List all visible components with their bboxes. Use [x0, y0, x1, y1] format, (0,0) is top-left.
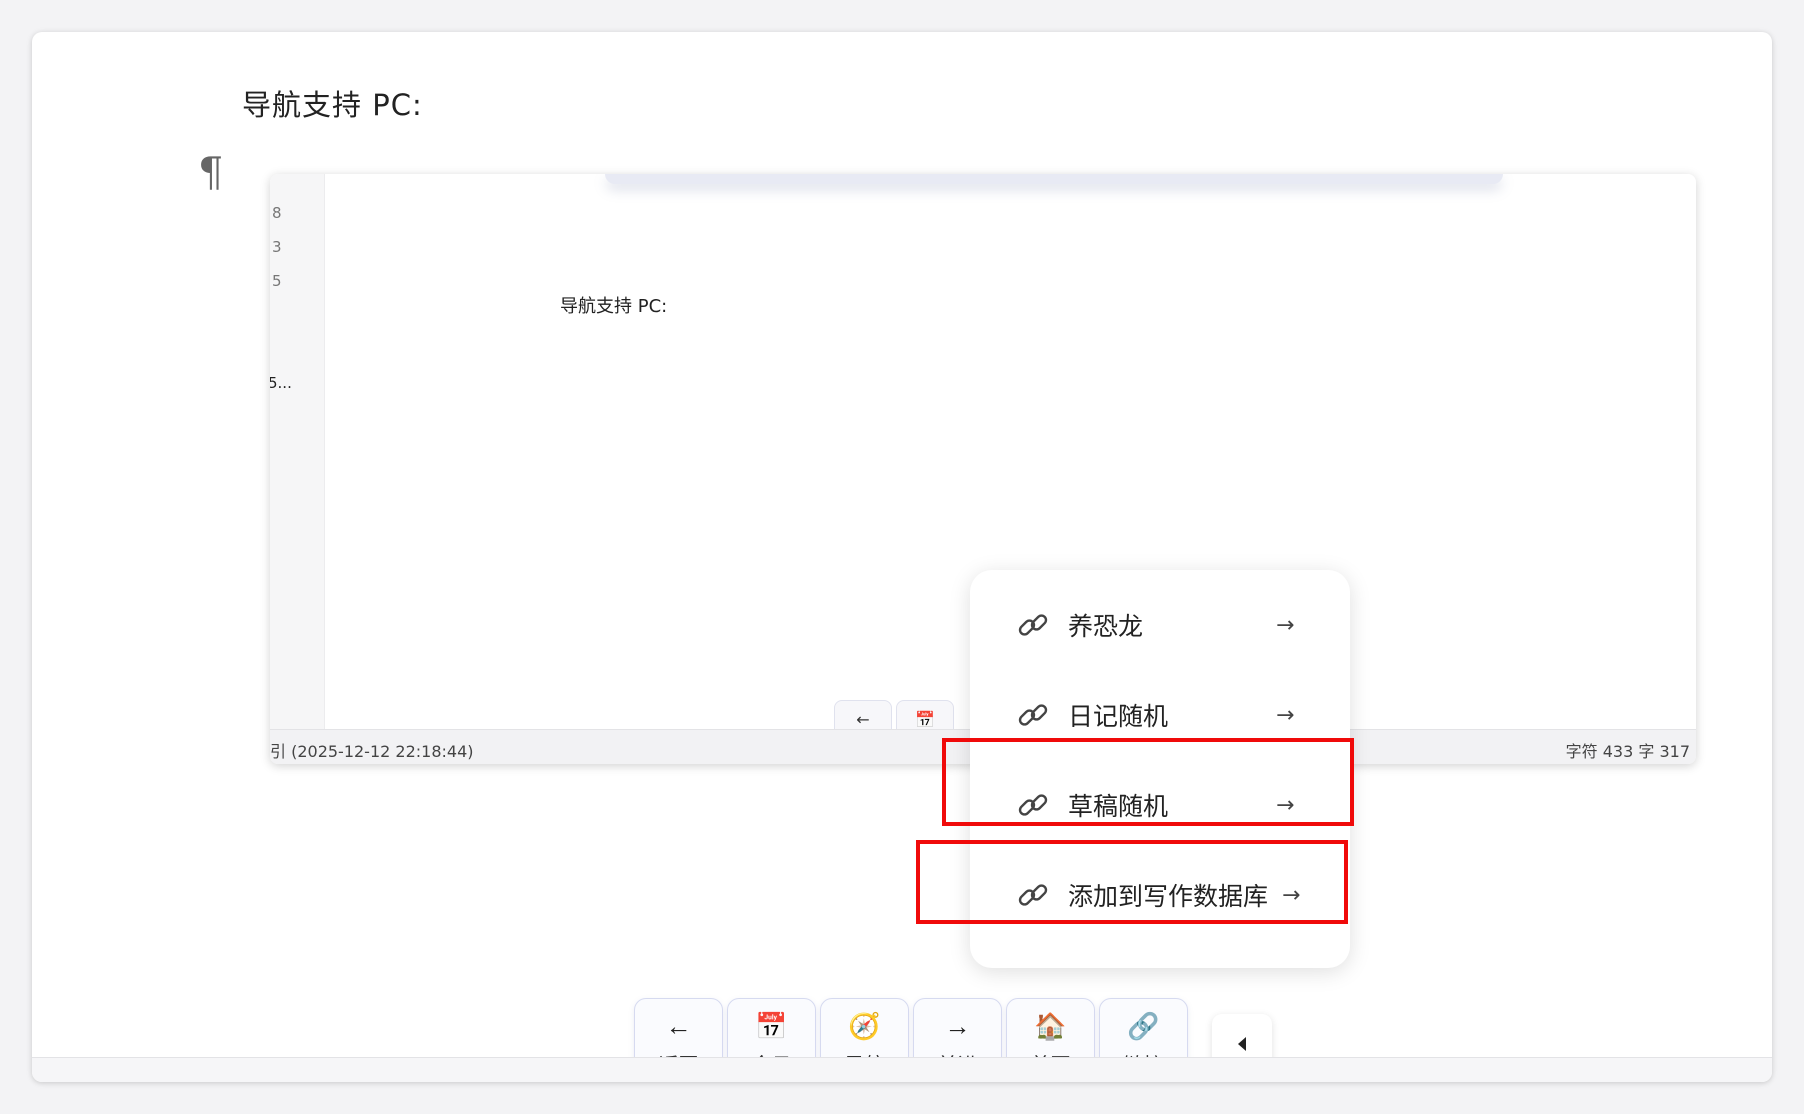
link-icon	[1018, 704, 1048, 726]
status-timestamp: 引 (2025-12-12 22:18:44)	[270, 742, 474, 761]
calendar-icon: 📅	[915, 710, 935, 729]
line-number: 5	[272, 272, 282, 290]
menu-item-label: 养恐龙	[1068, 612, 1144, 641]
arrow-right-icon: →	[1276, 612, 1295, 638]
line-number: 8	[272, 204, 282, 222]
page-heading: 导航支持 PC:	[242, 88, 423, 122]
arrow-left-icon: ←	[856, 710, 870, 729]
app-window: 导航支持 PC: ¶ 8 3 5 5... 导航支持 PC: ← 返回 📅 今日…	[32, 32, 1772, 1082]
link-icon: 🔗	[1127, 1011, 1160, 1041]
caret-left-icon	[1238, 1037, 1246, 1051]
highlight-box-random-draft	[942, 738, 1354, 826]
link-icon	[1018, 614, 1048, 636]
embedded-top-bar	[605, 174, 1503, 184]
status-counts: 字符 433 字 317	[1565, 742, 1690, 761]
calendar-icon: 📅	[755, 1011, 788, 1041]
arrow-right-icon: →	[1276, 702, 1295, 728]
bottom-strip	[32, 1058, 1772, 1082]
truncated-text: 5...	[270, 374, 292, 392]
paragraph-mark-icon[interactable]: ¶	[198, 150, 223, 196]
line-number: 3	[272, 238, 282, 256]
arrow-right-icon: →	[944, 1011, 971, 1041]
highlight-box-add-to-database	[916, 840, 1348, 924]
embedded-body-text: 导航支持 PC:	[560, 296, 668, 317]
house-icon: 🏠	[1034, 1011, 1067, 1041]
compass-icon: 🧭	[848, 1011, 881, 1041]
line-number-gutter: 8 3 5 5...	[270, 174, 325, 731]
menu-item-raise-dinosaur[interactable]: 养恐龙 →	[970, 590, 1350, 660]
menu-item-label: 日记随机	[1068, 702, 1169, 731]
arrow-left-icon: ←	[665, 1011, 692, 1041]
